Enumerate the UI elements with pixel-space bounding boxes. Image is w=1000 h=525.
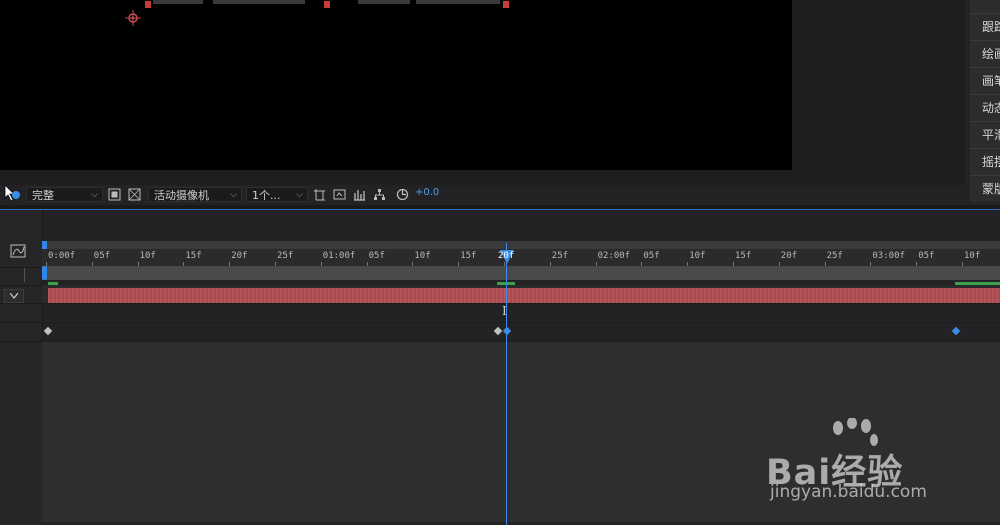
ruler-label: 20f (231, 251, 248, 261)
chevron-down-icon: ⌵ (296, 190, 303, 200)
view-layout-select[interactable]: 1个... ⌵ (246, 187, 308, 202)
ruler-label: 10f (689, 251, 706, 261)
ruler-label: 01:00f (322, 251, 356, 261)
bounding-box-handle[interactable] (503, 1, 509, 8)
camera-select[interactable]: 活动摄像机 ⌵ (148, 187, 242, 202)
shape-segment (416, 0, 500, 4)
viewer-toolbar: 完整 ⌵ 活动摄像机 ⌵ 1个... ⌵ +0.0 (0, 185, 965, 205)
ruler-label: 05f (93, 251, 111, 261)
watermark-url: jingyan.baidu.com (770, 482, 927, 502)
shape-segment (358, 0, 410, 4)
work-area-bar[interactable] (42, 266, 1000, 280)
resolution-select[interactable]: 完整 ⌵ (26, 187, 103, 202)
column-separator (24, 268, 25, 282)
flowchart-icon[interactable] (373, 188, 386, 201)
separator (0, 267, 42, 268)
chevron-down-icon: ⌵ (230, 190, 237, 200)
panel-item-motion-sketch[interactable]: 动态 (970, 94, 1000, 121)
shape-segment (213, 0, 305, 4)
color-channel-icon[interactable] (12, 191, 20, 199)
exposure-reset-icon[interactable] (396, 188, 409, 201)
exposure-value[interactable]: +0.0 (415, 187, 439, 198)
panel-item-brushes[interactable]: 画笔 (970, 67, 1000, 94)
anchor-point-icon[interactable] (124, 9, 142, 27)
row-separator (42, 303, 1000, 304)
ruler-label: 0:00f (48, 251, 76, 261)
ruler-label: 15f (735, 251, 752, 261)
panel-item-mask-interpolation[interactable]: 蒙版 (970, 175, 1000, 202)
ruler-label: 25f (277, 251, 294, 261)
3d-view-icon[interactable] (313, 188, 326, 201)
current-time-indicator[interactable] (506, 243, 507, 525)
ruler-label: 03:00f (872, 251, 905, 261)
time-navigator-bar[interactable] (42, 241, 1000, 249)
transparency-grid-icon[interactable] (128, 188, 141, 201)
ruler-label: 15f (460, 251, 477, 261)
ruler-label: 02:00f (597, 251, 631, 261)
ruler-label: 10f (414, 251, 431, 261)
panel-item-tracker[interactable]: 跟踪 (970, 13, 1000, 40)
ruler-label: 10f (964, 251, 981, 261)
composition-canvas[interactable] (0, 0, 792, 170)
text-cursor-icon: I (502, 304, 507, 318)
bounding-box-handle[interactable] (324, 1, 330, 8)
ruler-label: 05f (643, 251, 660, 261)
expand-layer-toggle[interactable] (4, 289, 24, 303)
snapshot-icon[interactable] (333, 188, 346, 201)
ruler-label: 20f (780, 251, 798, 261)
shape-segment (153, 0, 203, 4)
separator (0, 322, 42, 323)
ruler-label: 05f (368, 251, 385, 261)
chevron-down-icon (10, 293, 18, 299)
ruler-label: 25f (826, 251, 843, 261)
separator (0, 303, 42, 304)
separator (0, 285, 42, 286)
region-of-interest-icon[interactable] (108, 188, 121, 201)
effects-presets-panel: 跟踪 绘画 画笔 动态 平滑 摇摆 蒙版 (965, 0, 1000, 205)
ruler-label: 05f (918, 251, 935, 261)
current-time-label: 20f (498, 251, 515, 261)
row-separator (42, 322, 1000, 323)
separator (0, 341, 42, 342)
bounding-box-handle[interactable] (145, 1, 151, 8)
navigator-start-handle[interactable] (42, 241, 47, 249)
work-area-start-handle[interactable] (42, 266, 47, 280)
chevron-down-icon: ⌵ (91, 190, 98, 200)
panel-item-paint[interactable]: 绘画 (970, 40, 1000, 67)
panel-item-smoother[interactable]: 平滑 (970, 121, 1000, 148)
ruler-label: 15f (185, 251, 202, 261)
panel-item-partial[interactable] (970, 0, 1000, 13)
layer-duration-bar[interactable] (48, 288, 1000, 303)
ruler-label: 10f (139, 251, 156, 261)
panel-item-wiggler[interactable]: 摇摆 (970, 148, 1000, 175)
graph-editor-icon[interactable] (10, 244, 26, 258)
show-channel-icon[interactable] (353, 188, 366, 201)
ruler-label: 25f (551, 251, 569, 261)
